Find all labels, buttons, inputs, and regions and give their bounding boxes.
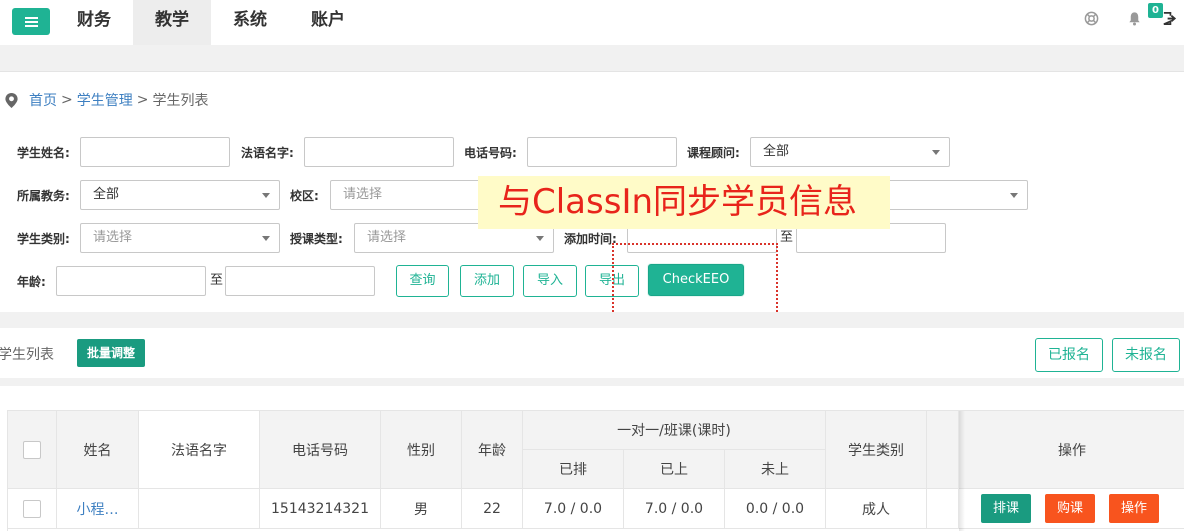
purchase-button[interactable]: 购课 [1045, 494, 1095, 523]
range-to-label: 至 [210, 273, 224, 288]
top-navbar: 财务 教学 系统 账户 0 [0, 0, 1184, 45]
advisor-select[interactable]: 全部 [750, 137, 950, 167]
section-spacer-band [0, 312, 1184, 328]
table-row-age: 22 [462, 489, 523, 529]
header-attended: 已上 [624, 450, 725, 489]
age-label: 年龄: [17, 275, 46, 289]
nav-item-teaching[interactable]: 教学 [133, 0, 211, 45]
row-checkbox[interactable] [23, 499, 41, 518]
query-button[interactable]: 查询 [396, 265, 449, 297]
table-row-french-name [139, 489, 260, 529]
select-all-checkbox[interactable] [23, 440, 41, 459]
student-table: 姓名 法语名字 电话号码 性别 年龄 一对一/班课(课时) 已排 已上 未上 学… [7, 410, 1184, 531]
import-button[interactable]: 导入 [523, 265, 577, 297]
advisor-label: 课程顾问: [687, 146, 740, 160]
nav-item-account[interactable]: 账户 [289, 0, 367, 45]
chevron-down-icon [536, 236, 544, 241]
lifebuoy-icon[interactable] [1084, 11, 1099, 26]
teaching-type-placeholder: 请选择 [367, 230, 407, 245]
phone-input[interactable] [527, 137, 677, 167]
operate-button[interactable]: 操作 [1109, 494, 1159, 523]
academic-select[interactable]: 全部 [80, 180, 280, 210]
bell-icon[interactable] [1127, 11, 1142, 26]
menu-toggle-button[interactable] [12, 8, 50, 35]
student-type-placeholder: 请选择 [93, 230, 133, 245]
breadcrumb: 首页 > 学生管理 > 学生列表 [4, 90, 208, 110]
table-row-scheduled: 7.0 / 0.0 [523, 489, 624, 529]
student-type-select[interactable]: 请选择 [80, 223, 280, 253]
table-row-phone: 15143214321 [260, 489, 381, 529]
table-row-extra [927, 489, 959, 529]
add-button[interactable]: 添加 [460, 265, 514, 297]
age-max-input[interactable] [225, 266, 375, 296]
breadcrumb-separator: > [136, 92, 149, 108]
breadcrumb-student-management[interactable]: 学生管理 [77, 90, 133, 110]
breadcrumb-current: 学生列表 [152, 93, 209, 109]
annotation-highlight-box [612, 243, 778, 323]
chevron-down-icon [1010, 193, 1018, 198]
header-scheduled: 已排 [523, 450, 624, 489]
breadcrumb-home[interactable]: 首页 [29, 90, 57, 110]
hamburger-icon [24, 16, 38, 27]
french-name-label: 法语名字: [241, 146, 294, 160]
table-row-student-type: 成人 [826, 489, 927, 529]
nav-item-finance[interactable]: 财务 [55, 0, 133, 45]
campus-select-placeholder: 请选择 [343, 187, 383, 202]
header-operations: 操作 [959, 411, 1184, 489]
notification-badge: 0 [1148, 3, 1163, 18]
header-extra [927, 411, 959, 489]
not-enrolled-tab-button[interactable]: 未报名 [1112, 338, 1180, 372]
student-name-link[interactable]: 小程… [77, 499, 119, 519]
enrolled-tab-button[interactable]: 已报名 [1035, 338, 1103, 372]
header-phone: 电话号码 [260, 411, 381, 489]
phone-label: 电话号码: [464, 146, 517, 160]
row-select-cell [8, 489, 57, 529]
table-row-operations: 排课 购课 操作 [959, 489, 1184, 529]
table-row-not-attended: 0.0 / 0.0 [725, 489, 826, 529]
header-age: 年龄 [462, 411, 523, 489]
logout-icon[interactable] [1162, 11, 1177, 26]
academic-label: 所属教务: [17, 189, 70, 203]
age-min-input[interactable] [56, 266, 206, 296]
student-name-input[interactable] [80, 137, 230, 167]
select-all-cell [8, 411, 57, 489]
header-not-attended: 未上 [725, 450, 826, 489]
batch-adjust-button[interactable]: 批量调整 [77, 339, 145, 367]
french-name-input[interactable] [304, 137, 454, 167]
top-nav: 财务 教学 系统 账户 [55, 0, 367, 45]
table-spacer-band [0, 378, 1184, 386]
chevron-down-icon [932, 150, 940, 155]
student-list-title: 学生列表 [0, 347, 54, 363]
student-type-label: 学生类别: [17, 232, 70, 246]
table-row-name: 小程… [57, 489, 139, 529]
nav-item-system[interactable]: 系统 [211, 0, 289, 45]
advisor-select-value: 全部 [763, 144, 790, 159]
header-group: 一对一/班课(课时) [523, 411, 826, 450]
chevron-down-icon [262, 236, 270, 241]
annotation-callout: 与ClassIn同步学员信息 [478, 176, 890, 229]
breadcrumb-separator: > [61, 92, 73, 108]
header-student-type: 学生类别 [826, 411, 927, 489]
location-pin-icon [5, 92, 18, 108]
table-row-gender: 男 [381, 489, 462, 529]
header-name: 姓名 [57, 411, 139, 489]
top-spacer-band [0, 45, 1184, 72]
table-row-attended: 7.0 / 0.0 [624, 489, 725, 529]
academic-select-value: 全部 [93, 187, 120, 202]
teaching-type-label: 授课类型: [290, 232, 343, 246]
campus-label: 校区: [290, 189, 319, 203]
student-name-label: 学生姓名: [17, 146, 70, 160]
schedule-button[interactable]: 排课 [981, 494, 1031, 523]
header-gender: 性别 [381, 411, 462, 489]
chevron-down-icon [262, 193, 270, 198]
header-french-name: 法语名字 [139, 411, 260, 489]
